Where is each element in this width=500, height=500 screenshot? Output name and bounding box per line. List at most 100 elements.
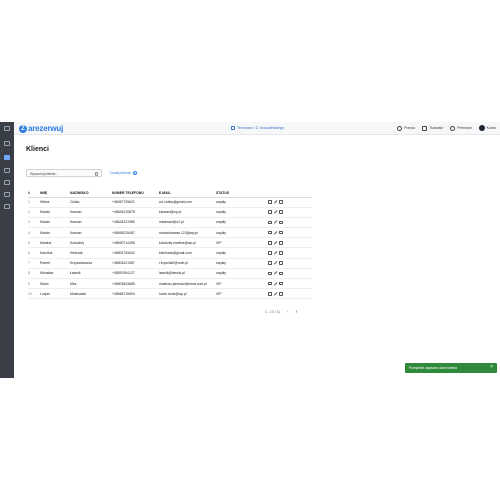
edit-icon[interactable] — [273, 261, 278, 266]
details-icon[interactable] — [268, 261, 272, 266]
premium-icon — [450, 125, 456, 131]
details-icon[interactable] — [268, 281, 272, 286]
col-actions — [268, 190, 312, 198]
clients-icon[interactable] — [4, 155, 10, 160]
trash-icon[interactable] — [278, 220, 283, 225]
first-name-cell: Marcin — [40, 227, 70, 239]
trash-icon[interactable] — [278, 261, 283, 266]
trash-icon[interactable] — [278, 210, 283, 215]
trash-icon[interactable] — [278, 230, 283, 235]
tutorial-button[interactable]: Tutoriale — [422, 125, 444, 131]
col-index: # — [28, 190, 40, 198]
calendar-icon[interactable] — [4, 141, 10, 146]
details-icon[interactable] — [268, 241, 272, 245]
row-index: 5 — [28, 237, 40, 249]
first-name-cell: Lucjan — [40, 288, 70, 300]
first-name-cell: Karolina — [40, 247, 70, 259]
calendar-link-label: Terminarz / Z. Koszalińskiego — [237, 126, 284, 130]
row-index: 8 — [28, 268, 40, 280]
status-cell: zwykły — [216, 197, 268, 208]
table-row[interactable]: 4 Marcin Karwan +48695225487 marcinkarwan.12… — [28, 227, 312, 239]
edit-icon[interactable] — [273, 220, 278, 225]
help-button[interactable]: Pomoc — [397, 125, 416, 131]
table-row[interactable]: 2 Marcin Karwan +48634219878 karwan@wp.pl zwy… — [28, 207, 312, 218]
add-client-button[interactable]: Dodaj klienta + — [110, 171, 137, 175]
email-cell: r.krysztal2@onet.pl — [159, 258, 216, 269]
trash-icon[interactable] — [278, 291, 283, 296]
status-cell: VIP — [216, 288, 268, 300]
trash-icon[interactable] — [278, 241, 283, 245]
settings-icon[interactable] — [4, 204, 10, 209]
logo[interactable]: Z arezerwuj — [19, 124, 63, 133]
last-name-cell: Mes — [70, 278, 112, 290]
toast-message: Pomyślnie zapisano dane klienta — [409, 366, 458, 371]
list-icon[interactable] — [4, 168, 10, 173]
edit-icon[interactable] — [273, 251, 278, 256]
table-row[interactable]: 7 Robert Krzyształowicz +48504421987 r.krysz… — [28, 258, 312, 269]
table-row[interactable]: 6 Karolina Kiełczak +48504705632 kkielczak@g… — [28, 247, 312, 259]
trash-icon[interactable] — [278, 251, 283, 255]
first-name-cell: Martina — [40, 237, 70, 249]
tutorial-icon — [422, 125, 428, 131]
table-row[interactable]: 10 Lucjan Mostowiak +48668719694 lucek.most@… — [28, 288, 312, 300]
details-icon[interactable] — [268, 210, 272, 215]
edit-icon[interactable] — [273, 200, 278, 205]
details-icon[interactable] — [268, 220, 272, 225]
details-icon[interactable] — [268, 291, 272, 296]
success-toast: Pomyślnie zapisano dane klienta × — [405, 363, 497, 373]
plus-icon: + — [132, 171, 137, 175]
details-icon[interactable] — [268, 271, 272, 276]
phone-cell: +48457705621 — [112, 197, 159, 208]
status-cell: VIP — [216, 237, 268, 249]
prev-page-button[interactable]: ‹ — [287, 309, 289, 315]
table-row[interactable]: 1 Wiktor Ciołka +48457705621 w1.ciolka@gmail… — [28, 197, 312, 208]
trash-icon[interactable] — [278, 200, 283, 204]
first-name-cell: Marcin — [40, 217, 70, 229]
phone-cell: +48557654127 — [112, 268, 159, 280]
row-index: 9 — [28, 278, 40, 290]
details-icon[interactable] — [268, 251, 272, 255]
account-label: Konto — [486, 126, 496, 130]
email-cell: mateusz.jarewicz@meat.com.pl — [159, 278, 216, 290]
row-index: 6 — [28, 247, 40, 259]
edit-icon[interactable] — [273, 230, 278, 235]
calendar-link[interactable]: Terminarz / Z. Koszalińskiego — [231, 126, 284, 130]
edit-icon[interactable] — [273, 281, 278, 286]
trash-icon[interactable] — [278, 281, 283, 286]
edit-icon[interactable] — [273, 271, 278, 276]
email-cell: lawnik@lawnik.pl — [159, 268, 216, 280]
actions-cell — [268, 268, 312, 280]
last-name-cell: Krzyształowicz — [70, 258, 112, 269]
table-row[interactable]: 8 Mirosław Ławnik +48557654127 lawnik@lawnik… — [28, 268, 312, 280]
menu-icon[interactable] — [4, 126, 10, 131]
edit-icon[interactable] — [273, 240, 278, 245]
details-icon[interactable] — [268, 200, 272, 204]
tutorial-label: Tutoriale — [429, 126, 444, 130]
trash-icon[interactable] — [278, 271, 283, 276]
col-phone: NUMER TELEFONU — [112, 190, 159, 198]
help-icon — [397, 125, 403, 131]
search-icon — [94, 172, 98, 176]
table-header: # IMIĘ NAZWISKO NUMER TELEFONU E-MAIL ST… — [28, 190, 312, 198]
details-icon[interactable] — [268, 230, 272, 235]
actions-cell — [268, 278, 312, 290]
help-label: Pomoc — [404, 126, 416, 130]
email-cell: karwan@wp.pl — [159, 207, 216, 218]
account-button[interactable]: Konto — [478, 125, 496, 131]
table-row[interactable]: 9 Mario Mes +48503543689 mateusz.jarewicz@me… — [28, 278, 312, 290]
edit-icon[interactable] — [273, 291, 278, 296]
edit-icon[interactable] — [273, 210, 278, 215]
search-input[interactable]: Wyszukaj klienta... — [26, 169, 102, 177]
phone-cell: +48695225487 — [112, 227, 159, 239]
next-page-button[interactable]: › — [296, 309, 298, 315]
table-row[interactable]: 3 Marcin Karwan +48634221985 mkarwan@o2.pl zw… — [28, 217, 312, 229]
phone-cell: +48690714498 — [112, 237, 159, 249]
stats-icon[interactable] — [4, 192, 10, 197]
premium-button[interactable]: Premium — [450, 125, 472, 131]
first-name-cell: Mirosław — [40, 268, 70, 280]
services-icon[interactable] — [4, 180, 10, 185]
table-row[interactable]: 5 Martina Kołodziej +48690714498 kolodziej.m… — [28, 237, 312, 249]
close-icon[interactable]: × — [490, 365, 493, 370]
phone-cell: +48634221985 — [112, 217, 159, 229]
last-name-cell: Karwan — [70, 217, 112, 229]
